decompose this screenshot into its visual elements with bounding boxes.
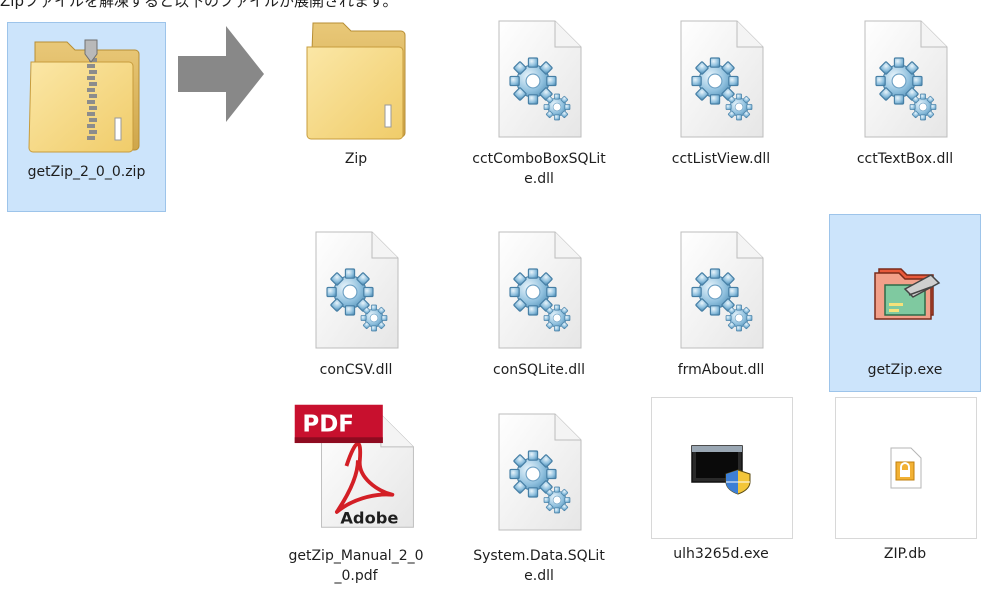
arrow-right-icon bbox=[178, 26, 264, 122]
dll-gear-icon bbox=[289, 223, 423, 357]
file-label: cctTextBox.dll bbox=[856, 151, 954, 167]
file-item-getzip-exe[interactable]: getZip.exe bbox=[829, 214, 981, 392]
zip-folder-icon bbox=[18, 23, 156, 163]
zip-file-label: getZip_2_0_0.zip bbox=[27, 164, 146, 180]
dll-gear-icon bbox=[472, 223, 606, 357]
zip-file-item[interactable]: getZip_2_0_0.zip bbox=[7, 22, 166, 212]
file-item-system-data-sqlite[interactable]: System.Data.SQLite.dll bbox=[463, 398, 615, 592]
file-item-zip-folder[interactable]: Zip bbox=[280, 3, 432, 193]
file-label: ulh3265d.exe bbox=[673, 546, 769, 562]
file-item-cctlistview[interactable]: cctListView.dll bbox=[645, 3, 797, 193]
dll-gear-icon bbox=[838, 12, 972, 146]
dll-gear-icon bbox=[472, 405, 606, 539]
pdf-icon: PDF Adobe bbox=[289, 399, 423, 533]
file-item-ulh3265d[interactable]: ulh3265d.exe bbox=[645, 392, 797, 592]
pdf-badge-text: PDF bbox=[302, 412, 354, 438]
file-label: ZIP.db bbox=[883, 546, 927, 562]
file-item-manual-pdf[interactable]: PDF Adobe getZip_Manual_2_0_0.pdf bbox=[280, 398, 432, 592]
adobe-wordmark: Adobe bbox=[340, 508, 398, 527]
file-item-zip-db[interactable]: ZIP.db bbox=[829, 392, 981, 592]
exe-window-icon bbox=[654, 401, 788, 535]
file-label: cctComboBoxSQLite.dll bbox=[472, 151, 606, 187]
file-item-consqlite[interactable]: conSQLite.dll bbox=[463, 214, 615, 404]
file-label: frmAbout.dll bbox=[677, 362, 765, 378]
file-item-concsv[interactable]: conCSV.dll bbox=[280, 214, 432, 404]
dll-gear-icon bbox=[654, 223, 788, 357]
file-item-ccttextbox[interactable]: cctTextBox.dll bbox=[829, 3, 981, 193]
file-label: conSQLite.dll bbox=[493, 362, 585, 378]
file-item-cctcomboboxsqlite[interactable]: cctComboBoxSQLite.dll bbox=[463, 3, 615, 193]
file-label: conCSV.dll bbox=[319, 362, 393, 378]
file-label: cctListView.dll bbox=[671, 151, 771, 167]
file-label: Zip bbox=[344, 151, 368, 167]
dll-gear-icon bbox=[654, 12, 788, 146]
file-label: System.Data.SQLite.dll bbox=[473, 548, 605, 584]
db-locked-icon bbox=[838, 401, 972, 535]
folder-icon bbox=[289, 12, 423, 146]
file-item-frmabout[interactable]: frmAbout.dll bbox=[645, 214, 797, 404]
dll-gear-icon bbox=[472, 12, 606, 146]
file-label: getZip.exe bbox=[867, 362, 943, 378]
file-label: getZip_Manual_2_0_0.pdf bbox=[288, 548, 424, 584]
getzip-app-icon bbox=[838, 223, 972, 357]
